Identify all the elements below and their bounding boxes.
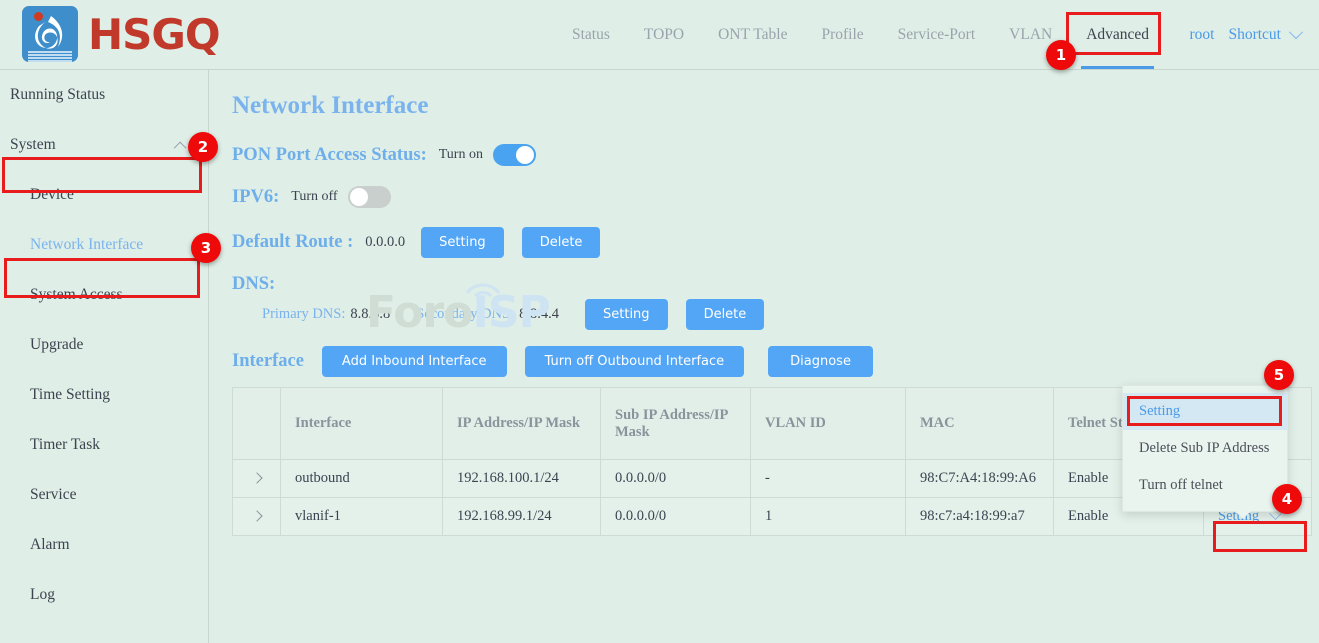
brand-name: HSGQ	[88, 14, 220, 56]
default-route-label: Default Route :	[232, 232, 353, 253]
th-expand	[233, 388, 281, 460]
nav-item-ont-table[interactable]: ONT Table	[701, 0, 804, 69]
diagnose-button[interactable]: Diagnose	[768, 346, 873, 377]
cell-mac: 98:C7:A4:18:99:A6	[906, 460, 1054, 498]
default-route-value: 0.0.0.0	[365, 234, 405, 251]
cell-mac: 98:c7:a4:18:99:a7	[906, 498, 1054, 536]
th-mac: MAC	[906, 388, 1054, 460]
sidebar-item-upgrade[interactable]: Upgrade	[0, 320, 208, 370]
interface-label: Interface	[232, 351, 304, 372]
sidebar-item-alarm[interactable]: Alarm	[0, 520, 208, 570]
annotation-badge-2: 2	[188, 132, 218, 162]
ipv6-state-text: Turn off	[291, 189, 337, 205]
dropdown-item-setting[interactable]: Setting	[1123, 393, 1287, 430]
chevron-up-icon	[174, 142, 187, 155]
sidebar: Running Status System Device Network Int…	[0, 70, 209, 643]
annotation-badge-3: 3	[191, 233, 221, 263]
logo-swoosh-icon	[30, 14, 70, 52]
annotation-badge-5: 5	[1264, 360, 1294, 390]
th-sub-ip-address: Sub IP Address/IP Mask	[601, 388, 751, 460]
sidebar-item-system-access[interactable]: System Access	[0, 270, 208, 320]
sidebar-item-log[interactable]: Log	[0, 570, 208, 620]
cell-vlan-id: 1	[751, 498, 906, 536]
nav-item-status[interactable]: Status	[555, 0, 627, 69]
turn-off-outbound-interface-button[interactable]: Turn off Outbound Interface	[525, 346, 745, 377]
primary-dns-value: 8.8.8.8	[350, 306, 390, 323]
chevron-right-icon	[251, 510, 262, 521]
dropdown-item-turn-off-telnet[interactable]: Turn off telnet	[1123, 467, 1287, 504]
header-right-nav: root Shortcut	[1190, 0, 1302, 69]
row-expand-cell[interactable]	[233, 498, 281, 536]
sidebar-item-time-setting[interactable]: Time Setting	[0, 370, 208, 420]
pon-label: PON Port Access Status:	[232, 145, 427, 166]
nav-item-advanced[interactable]: Advanced	[1069, 0, 1166, 69]
interface-toolbar: Interface Add Inbound Interface Turn off…	[232, 346, 1319, 377]
shortcut-label: Shortcut	[1228, 26, 1281, 44]
default-route-setting-button[interactable]: Setting	[421, 227, 504, 258]
pon-port-access-row: PON Port Access Status: Turn on	[232, 144, 1319, 166]
ipv6-label: IPV6:	[232, 187, 279, 208]
nav-item-profile[interactable]: Profile	[804, 0, 880, 69]
sidebar-item-system-label: System	[10, 136, 56, 154]
hsgq-logo-icon	[22, 6, 78, 62]
pon-toggle-knob	[516, 146, 534, 164]
page-root: HSGQ Status TOPO ONT Table Profile Servi…	[0, 0, 1319, 643]
sidebar-item-running-status[interactable]: Running Status	[0, 70, 208, 120]
add-inbound-interface-button[interactable]: Add Inbound Interface	[322, 346, 507, 377]
logo-bars	[22, 50, 78, 59]
brand-logo[interactable]: HSGQ	[22, 6, 220, 62]
dropdown-item-delete-sub-ip-address[interactable]: Delete Sub IP Address	[1123, 430, 1287, 467]
sidebar-item-service[interactable]: Service	[0, 470, 208, 520]
chevron-right-icon	[251, 472, 262, 483]
chevron-down-icon	[1289, 25, 1303, 39]
dropdown-arrow	[1235, 511, 1251, 519]
nav-item-service-port[interactable]: Service-Port	[881, 0, 992, 69]
cell-interface: vlanif-1	[281, 498, 443, 536]
cell-ip: 192.168.99.1/24	[443, 498, 601, 536]
cell-vlan-id: -	[751, 460, 906, 498]
secondary-dns-label: Secondary DNS:	[416, 306, 514, 323]
secondary-dns-value: 8.8.4.4	[519, 306, 559, 323]
cell-interface: outbound	[281, 460, 443, 498]
cell-ip: 192.168.100.1/24	[443, 460, 601, 498]
nav-item-topo[interactable]: TOPO	[627, 0, 701, 69]
th-interface: Interface	[281, 388, 443, 460]
ipv6-toggle[interactable]	[348, 186, 391, 208]
th-ip-address: IP Address/IP Mask	[443, 388, 601, 460]
user-menu[interactable]: root	[1190, 26, 1215, 44]
row-action-dropdown-menu: Setting Delete Sub IP Address Turn off t…	[1122, 385, 1288, 512]
default-route-delete-button[interactable]: Delete	[522, 227, 601, 258]
default-route-row: Default Route : 0.0.0.0 Setting Delete	[232, 227, 1319, 258]
sidebar-item-network-interface[interactable]: Network Interface	[0, 220, 208, 270]
annotation-badge-4: 4	[1272, 484, 1302, 514]
main-content: Network Interface PON Port Access Status…	[210, 70, 1319, 643]
ipv6-row: IPV6: Turn off	[232, 186, 1319, 208]
pon-state-text: Turn on	[439, 147, 483, 163]
dns-values-row: Primary DNS: 8.8.8.8 Secondary DNS: 8.8.…	[232, 299, 1319, 330]
sidebar-item-system[interactable]: System	[0, 120, 208, 170]
dns-delete-button[interactable]: Delete	[686, 299, 765, 330]
sidebar-item-device[interactable]: Device	[0, 170, 208, 220]
ipv6-toggle-knob	[350, 188, 368, 206]
dns-label: DNS:	[232, 274, 275, 295]
dns-setting-button[interactable]: Setting	[585, 299, 668, 330]
shortcut-menu[interactable]: Shortcut	[1228, 26, 1301, 44]
row-expand-cell[interactable]	[233, 460, 281, 498]
primary-dns-label: Primary DNS:	[262, 306, 345, 323]
sidebar-item-timer-task[interactable]: Timer Task	[0, 420, 208, 470]
dns-row: DNS:	[232, 274, 1319, 295]
annotation-badge-1: 1	[1046, 40, 1076, 70]
pon-toggle[interactable]	[493, 144, 536, 166]
page-title: Network Interface	[232, 92, 1319, 120]
cell-sub-ip: 0.0.0.0/0	[601, 460, 751, 498]
cell-sub-ip: 0.0.0.0/0	[601, 498, 751, 536]
th-vlan-id: VLAN ID	[751, 388, 906, 460]
app-header: HSGQ Status TOPO ONT Table Profile Servi…	[0, 0, 1319, 70]
